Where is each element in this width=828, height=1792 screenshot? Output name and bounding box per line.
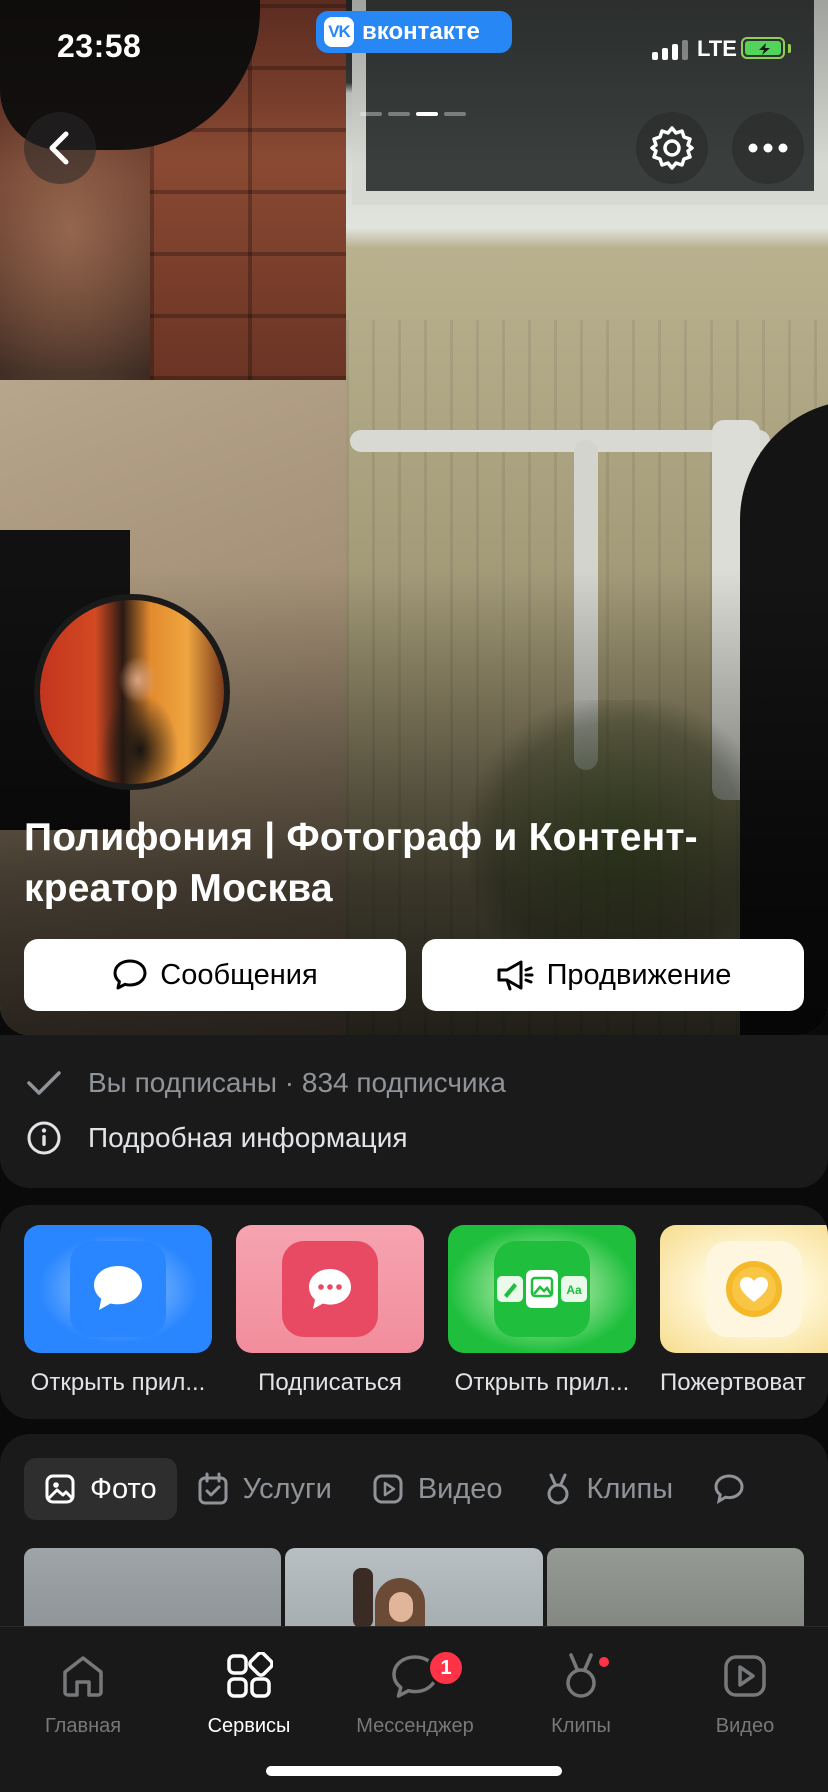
chevron-left-icon bbox=[49, 131, 69, 165]
status-time: 23:58 bbox=[57, 28, 142, 64]
details-link: Подробная информация bbox=[88, 1122, 408, 1153]
tab-label: Видео bbox=[417, 1472, 503, 1505]
app-label: Подписаться bbox=[258, 1369, 402, 1396]
settings-button[interactable] bbox=[636, 112, 708, 184]
unread-badge: 1 bbox=[427, 1649, 465, 1687]
tabbar-messenger[interactable]: 1 Мессенджер bbox=[335, 1641, 495, 1738]
tabbar-label: Главная bbox=[44, 1715, 122, 1737]
media-tabs: Фото Услуги Видео Клипы bbox=[24, 1458, 765, 1520]
apps-carousel: Открыть прил... Подписаться Aa Открыть п… bbox=[0, 1205, 828, 1419]
app-label: Открыть прил... bbox=[454, 1369, 630, 1396]
chat-bubble-icon bbox=[70, 1241, 166, 1337]
app-card[interactable]: Открыть прил... bbox=[24, 1225, 212, 1397]
photo-icon bbox=[45, 1474, 75, 1504]
tabbar-label: Видео bbox=[715, 1715, 775, 1737]
tabbar-home[interactable]: Главная bbox=[3, 1641, 163, 1738]
megaphone-icon bbox=[497, 960, 534, 991]
vk-app-name: вконтакте bbox=[362, 18, 480, 45]
tab-more[interactable] bbox=[693, 1458, 765, 1520]
tab-label: Фото bbox=[90, 1472, 157, 1505]
home-indicator[interactable] bbox=[266, 1766, 562, 1776]
subscription-row[interactable]: Вы подписаны · 834 подписчика bbox=[24, 1063, 506, 1103]
tab-label: Услуги bbox=[242, 1472, 332, 1505]
app-label: Открыть прил... bbox=[30, 1369, 206, 1396]
new-clips-dot bbox=[599, 1657, 609, 1667]
tabbar-video[interactable]: Видео bbox=[665, 1641, 825, 1738]
vk-logo-icon: VK bbox=[324, 17, 354, 47]
play-icon bbox=[373, 1474, 403, 1504]
cellular-signal-icon bbox=[652, 40, 688, 60]
more-button[interactable] bbox=[732, 112, 804, 184]
tab-video[interactable]: Видео bbox=[352, 1458, 523, 1520]
cover-pagination bbox=[360, 112, 466, 116]
details-row[interactable]: Подробная информация bbox=[24, 1118, 408, 1158]
app-label: Пожертвоват bbox=[660, 1369, 806, 1396]
services-grid-icon bbox=[227, 1652, 273, 1698]
promotion-label: Продвижение bbox=[546, 958, 732, 991]
gear-icon bbox=[650, 126, 694, 170]
app-card[interactable]: Пожертвоват bbox=[660, 1225, 828, 1397]
editor-icon: Aa bbox=[494, 1241, 590, 1337]
chat-bubble-icon bbox=[714, 1474, 744, 1504]
tabbar-label: Мессенджер bbox=[356, 1715, 474, 1737]
app-card[interactable]: Подписаться bbox=[236, 1225, 424, 1397]
chat-bubble-icon bbox=[113, 959, 147, 990]
promotion-button[interactable]: Продвижение bbox=[422, 939, 804, 1011]
vk-app-pill[interactable]: VK вконтакте bbox=[316, 11, 512, 53]
home-icon bbox=[63, 1656, 103, 1697]
video-icon bbox=[724, 1655, 766, 1697]
community-info: Вы подписаны · 834 подписчика Подробная … bbox=[0, 1035, 828, 1188]
tabbar-clips[interactable]: Клипы bbox=[501, 1641, 661, 1738]
battery-icon bbox=[741, 37, 785, 59]
tabbar-services[interactable]: Сервисы bbox=[169, 1641, 329, 1738]
tabbar-label: Клипы bbox=[551, 1715, 611, 1737]
info-icon bbox=[24, 1118, 64, 1158]
messages-label: Сообщения bbox=[160, 958, 318, 991]
battery-tip bbox=[788, 44, 791, 53]
app-card[interactable]: Aa Открыть прил... bbox=[448, 1225, 636, 1397]
network-type: LTE bbox=[697, 36, 737, 61]
message-dots-icon bbox=[282, 1241, 378, 1337]
back-button[interactable] bbox=[24, 112, 96, 184]
tab-services[interactable]: Услуги bbox=[177, 1458, 352, 1520]
checkmark-icon bbox=[24, 1063, 64, 1103]
community-avatar[interactable] bbox=[34, 594, 230, 790]
tab-label: Клипы bbox=[586, 1472, 674, 1505]
clips-icon bbox=[547, 1473, 569, 1505]
community-title: Полифония | Фотограф и Контент-креатор М… bbox=[24, 816, 698, 910]
svg-text:Aa: Aa bbox=[566, 1283, 582, 1297]
tab-photo[interactable]: Фото bbox=[24, 1458, 177, 1520]
clips-icon bbox=[566, 1653, 596, 1698]
subscription-status: Вы подписаны · 834 подписчика bbox=[88, 1067, 506, 1098]
tab-clips[interactable]: Клипы bbox=[523, 1458, 694, 1520]
heart-icon bbox=[706, 1241, 802, 1337]
more-horizontal-icon bbox=[748, 143, 788, 153]
tabbar-label: Сервисы bbox=[207, 1715, 291, 1737]
messages-button[interactable]: Сообщения bbox=[24, 939, 406, 1011]
calendar-check-icon bbox=[198, 1472, 228, 1505]
